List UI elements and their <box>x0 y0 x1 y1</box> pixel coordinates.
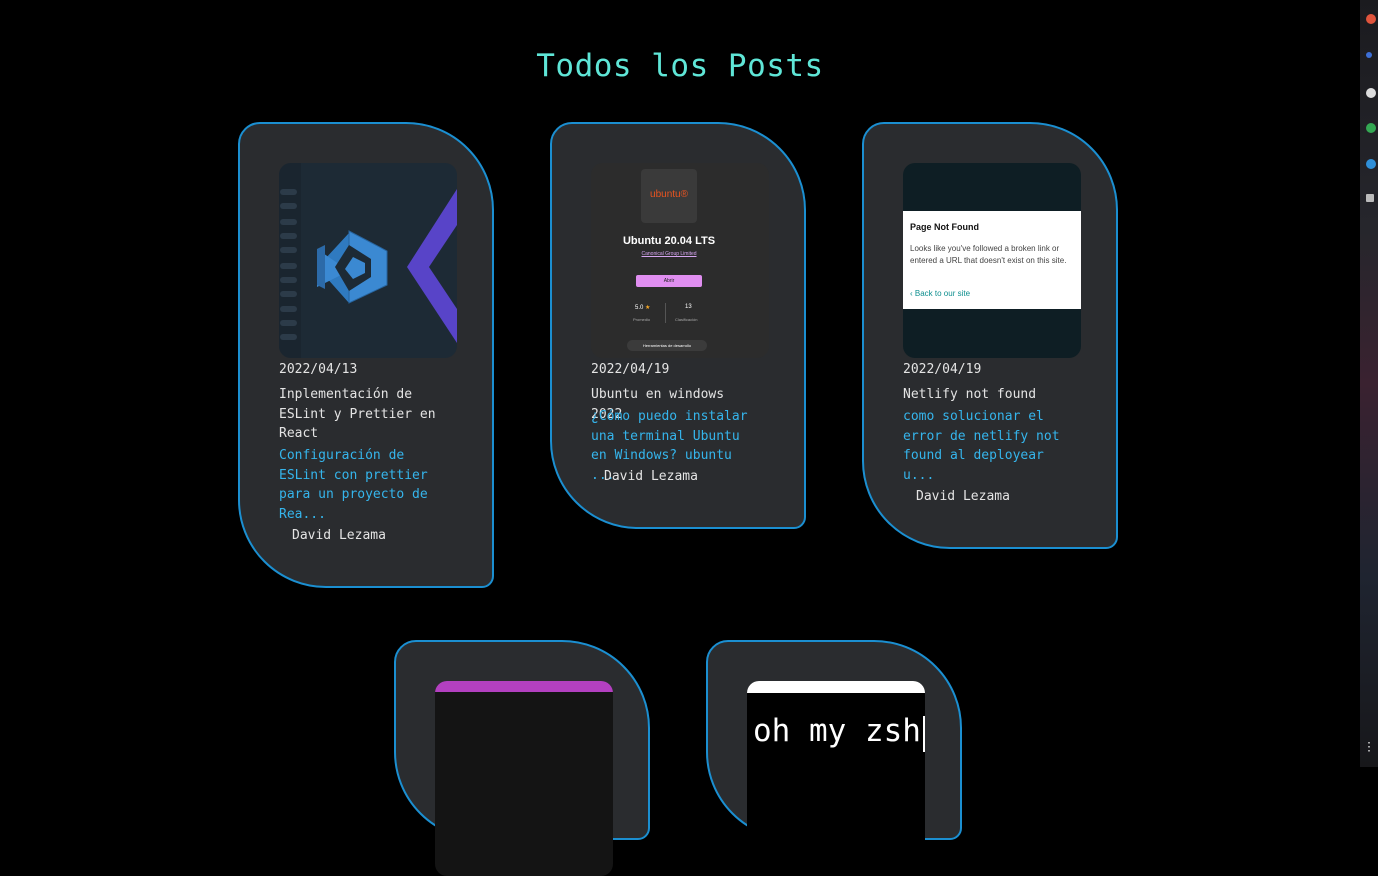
post-date: 2022/04/13 <box>279 362 358 377</box>
zsh-text: oh my zsh <box>753 713 921 749</box>
chrome-icon[interactable] <box>1366 123 1376 133</box>
post-description: como solucionar el error de netlify not … <box>903 409 1060 483</box>
post-card-eslint[interactable]: 2022/04/13 Inplementación de ESLint y Pr… <box>238 122 494 588</box>
post-card-4[interactable] <box>394 640 650 876</box>
post-thumbnail: ubuntu® Ubuntu 20.04 LTS Canonical Group… <box>591 163 769 358</box>
post-card-5[interactable]: oh my zsh <box>706 640 962 876</box>
profile-icon[interactable] <box>1366 14 1376 24</box>
back-link: ‹ Back to our site <box>910 289 971 298</box>
post-author: David Lezama <box>604 469 698 484</box>
window-icon[interactable] <box>1366 194 1374 202</box>
browser-side-panel[interactable]: · · · <box>1360 0 1378 767</box>
rating-value: 5.0 ★ <box>635 305 651 311</box>
post-thumbnail <box>279 163 457 358</box>
post-title[interactable]: Inplementación de ESLint y Prettier en R… <box>279 385 449 444</box>
post-thumbnail <box>435 681 613 876</box>
ratings-count: 13 <box>685 304 692 310</box>
page-title: Todos los Posts <box>536 48 824 84</box>
vscode-logo-icon <box>317 189 457 343</box>
app-icon[interactable] <box>1366 88 1376 98</box>
post-card-netlify[interactable]: Page Not Found Looks like you've followe… <box>862 122 1118 549</box>
post-thumbnail: oh my zsh <box>747 681 925 876</box>
close-icon[interactable] <box>1366 52 1372 58</box>
more-icon[interactable]: · · · <box>1366 739 1372 757</box>
category-chip: Herramientas de desarrollo <box>627 340 707 351</box>
post-date: 2022/04/19 <box>591 362 670 377</box>
post-title[interactable]: Netlify not found <box>903 385 1073 405</box>
post-date: 2022/04/19 <box>903 362 982 377</box>
post-card-ubuntu[interactable]: ubuntu® Ubuntu 20.04 LTS Canonical Group… <box>550 122 806 529</box>
post-description: Configuración de ESLint con prettier par… <box>279 448 428 522</box>
post-thumbnail: Page Not Found Looks like you've followe… <box>903 163 1081 358</box>
app-name: Ubuntu 20.04 LTS <box>622 235 716 247</box>
edge-icon[interactable] <box>1366 159 1376 169</box>
publisher-link: Canonical Group Limited <box>641 251 697 257</box>
post-author: David Lezama <box>292 528 386 543</box>
page-not-found-heading: Page Not Found <box>910 222 979 232</box>
open-button: Abrir <box>636 275 702 287</box>
post-author: David Lezama <box>916 489 1010 504</box>
